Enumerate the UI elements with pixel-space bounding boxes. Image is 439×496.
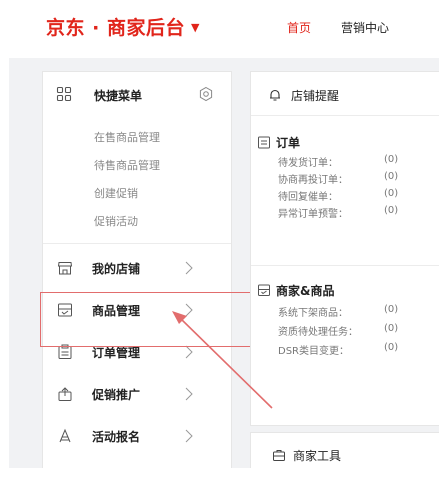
quick-menu-title: 快捷菜单	[94, 89, 143, 103]
top-bar: 京东 · 商家后台 ▼ 首页 营销中心	[0, 0, 439, 52]
divider	[43, 243, 231, 244]
chevron-right-icon	[185, 345, 193, 359]
qualification-task-count: (0)	[384, 323, 399, 334]
quick-item-create-promotion[interactable]: 创建促销	[94, 185, 138, 201]
sidebar-item-label: 活动报名	[92, 430, 141, 444]
shop-icon	[57, 262, 73, 275]
negotiation-order-label[interactable]: 协商再投订单：	[278, 171, 348, 186]
reply-reminder-label[interactable]: 待回复催单：	[278, 188, 338, 203]
sidebar-item-label: 我的店铺	[92, 262, 141, 276]
nav-tab-home[interactable]: 首页	[287, 19, 311, 36]
quick-item-promotion-activity[interactable]: 促销活动	[94, 213, 138, 229]
dsr-change-label[interactable]: DSR类目变更：	[278, 342, 349, 357]
store-reminder-panel	[250, 71, 439, 426]
sidebar-item-my-shop[interactable]: 我的店铺	[43, 248, 231, 288]
merchant-icon	[258, 284, 270, 296]
divider	[251, 265, 439, 266]
annotation-highlight-box	[40, 292, 251, 347]
pending-shipment-count: (0)	[384, 154, 399, 165]
qualification-task-label[interactable]: 资质待处理任务：	[278, 323, 358, 338]
negotiation-order-count: (0)	[384, 171, 399, 182]
toolbox-icon	[273, 450, 285, 461]
abnormal-order-count: (0)	[384, 205, 399, 216]
bell-icon	[270, 89, 280, 101]
quick-item-on-sale[interactable]: 在售商品管理	[94, 129, 160, 145]
dsr-change-count: (0)	[384, 342, 399, 353]
merchant-tools-title: 商家工具	[293, 449, 342, 463]
chevron-right-icon	[185, 429, 193, 443]
sidebar-item-activity-signup[interactable]: 活动报名	[43, 416, 231, 456]
store-reminder-title: 店铺提醒	[291, 89, 340, 103]
brand-title: 京东 · 商家后台	[46, 17, 185, 39]
merchant-section-title: 商家&商品	[276, 284, 335, 298]
orders-section-title: 订单	[276, 136, 301, 150]
sidebar-item-label: 促销推广	[92, 388, 141, 402]
grid-icon	[56, 86, 72, 102]
system-delisted-count: (0)	[384, 304, 399, 315]
chevron-right-icon	[185, 387, 193, 401]
brand-logo[interactable]: 京东 · 商家后台 ▼	[46, 13, 200, 40]
gear-icon[interactable]	[198, 86, 214, 102]
divider	[251, 115, 439, 116]
nav-tab-marketing[interactable]: 营销中心	[341, 19, 389, 36]
promotion-icon	[58, 387, 72, 401]
activity-icon	[59, 428, 71, 443]
order-icon	[258, 136, 270, 149]
chevron-right-icon	[185, 261, 193, 275]
sidebar-item-promotion[interactable]: 促销推广	[43, 374, 231, 414]
brand-dropdown-caret-icon[interactable]: ▼	[191, 21, 200, 34]
reply-reminder-count: (0)	[384, 188, 399, 199]
abnormal-order-label[interactable]: 异常订单预警：	[278, 205, 348, 220]
system-delisted-label[interactable]: 系统下架商品：	[278, 304, 348, 319]
pending-shipment-label[interactable]: 待发货订单：	[278, 154, 338, 169]
quick-item-pending-sale[interactable]: 待售商品管理	[94, 157, 160, 173]
